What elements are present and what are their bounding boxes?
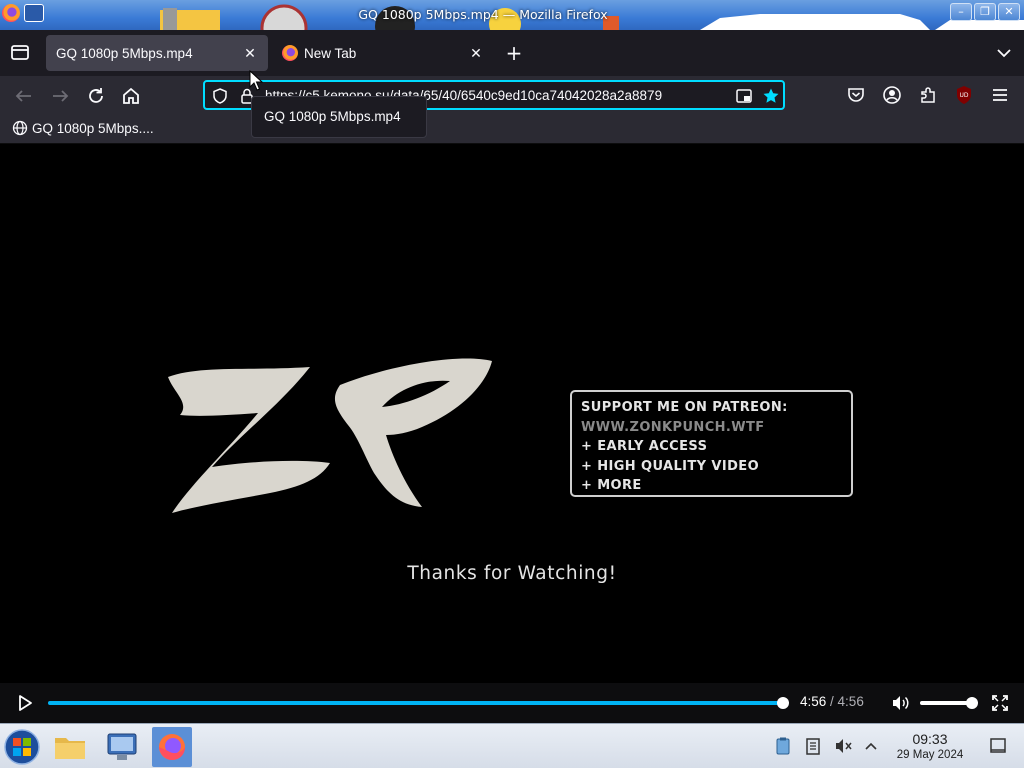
- current-time: 4:56: [800, 694, 827, 709]
- close-tab-icon[interactable]: ✕: [242, 45, 258, 61]
- list-all-tabs-icon[interactable]: [994, 43, 1014, 63]
- video-controls: 4:56 / 4:56: [0, 683, 1024, 723]
- clock-date[interactable]: 29 May 2024: [888, 749, 972, 761]
- globe-icon: [12, 120, 28, 136]
- tracking-protection-shield-icon[interactable]: [211, 87, 229, 105]
- firefox-view-icon[interactable]: [8, 40, 32, 64]
- mouse-cursor-icon: [249, 70, 263, 91]
- tab-new-tab[interactable]: New Tab ✕: [272, 35, 494, 71]
- close-tab-icon[interactable]: ✕: [468, 45, 484, 61]
- fullscreen-icon[interactable]: [991, 694, 1009, 712]
- system-settings-icon[interactable]: [102, 727, 142, 767]
- tab-label: New Tab: [304, 45, 357, 61]
- volume-muted-tray-icon[interactable]: [833, 736, 853, 756]
- tray-expand-chevron-icon[interactable]: [861, 736, 881, 756]
- file-manager-icon[interactable]: [50, 727, 90, 767]
- window-title: GQ 1080p 5Mbps.mp4 — Mozilla Firefox: [358, 7, 608, 22]
- close-window-button[interactable]: ✕: [998, 3, 1020, 21]
- picture-in-picture-icon[interactable]: [735, 87, 753, 105]
- taskbar-firefox[interactable]: [152, 727, 192, 767]
- time-separator: /: [826, 694, 838, 709]
- clipboard-tray-icon[interactable]: [773, 736, 793, 756]
- clock-time[interactable]: 09:33: [888, 731, 972, 747]
- hamburger-menu-icon[interactable]: [989, 84, 1011, 106]
- tab-strip: GQ 1080p 5Mbps.mp4 ✕ New Tab ✕ +: [0, 30, 1024, 76]
- scrubber-thumb[interactable]: [777, 697, 789, 709]
- minimize-button[interactable]: –: [950, 3, 972, 21]
- new-tab-button[interactable]: +: [503, 43, 525, 65]
- firefox-icon: [282, 45, 298, 61]
- bookmarks-toolbar: GQ 1080p 5Mbps....: [0, 114, 1024, 144]
- duration: 4:56: [837, 694, 864, 709]
- start-menu-icon[interactable]: [2, 727, 42, 767]
- volume-slider-track[interactable]: [920, 701, 972, 705]
- tab-tooltip: GQ 1080p 5Mbps.mp4: [251, 96, 427, 138]
- extensions-icon[interactable]: [917, 84, 939, 106]
- account-icon[interactable]: [881, 84, 903, 106]
- nav-toolbar: https://c5.kemono.su/data/65/40/6540c9ed…: [0, 76, 1024, 114]
- patreon-line: + EARLY ACCESS: [581, 439, 708, 454]
- volume-icon[interactable]: [890, 693, 910, 713]
- bookmark-star-icon[interactable]: [762, 87, 780, 105]
- tab-active[interactable]: GQ 1080p 5Mbps.mp4 ✕: [46, 35, 268, 71]
- reload-icon[interactable]: [83, 83, 109, 109]
- patreon-line: + MORE: [581, 478, 642, 493]
- window-titlebar[interactable]: GQ 1080p 5Mbps.mp4 — Mozilla Firefox – ❐…: [0, 0, 1024, 30]
- ublock-origin-icon[interactable]: UD: [953, 84, 975, 106]
- notes-tray-icon[interactable]: [803, 736, 823, 756]
- patreon-url: WWW.ZONKPUNCH.WTF: [581, 419, 765, 435]
- window-controls: – ❐ ✕: [950, 3, 1020, 21]
- zp-logo: [168, 358, 492, 513]
- show-desktop-icon[interactable]: [988, 736, 1008, 756]
- volume-slider-thumb[interactable]: [966, 697, 978, 709]
- bookmark-item[interactable]: GQ 1080p 5Mbps....: [12, 120, 154, 136]
- home-icon[interactable]: [118, 83, 144, 109]
- play-icon[interactable]: [16, 694, 34, 712]
- patreon-info-box: SUPPORT ME ON PATREON: WWW.ZONKPUNCH.WTF…: [570, 390, 853, 497]
- taskbar: 09:33 29 May 2024: [0, 723, 1024, 768]
- patreon-line: SUPPORT ME ON PATREON:: [581, 400, 788, 415]
- screen: GQ 1080p 5Mbps.mp4 — Mozilla Firefox – ❐…: [0, 0, 1024, 768]
- firefox-icon: [159, 734, 185, 760]
- scrubber-track[interactable]: [48, 701, 783, 705]
- svg-text:UD: UD: [959, 92, 968, 99]
- thanks-caption: Thanks for Watching!: [407, 563, 617, 584]
- forward-icon[interactable]: [47, 83, 73, 109]
- pocket-icon[interactable]: [845, 84, 867, 106]
- back-icon[interactable]: [11, 83, 37, 109]
- bookmark-label: GQ 1080p 5Mbps....: [32, 120, 154, 136]
- patreon-line: + HIGH QUALITY VIDEO: [581, 458, 760, 474]
- maximize-button[interactable]: ❐: [974, 3, 996, 21]
- tab-label: GQ 1080p 5Mbps.mp4: [56, 45, 193, 61]
- time-display: 4:56 / 4:56: [800, 694, 864, 709]
- video-player[interactable]: SUPPORT ME ON PATREON: WWW.ZONKPUNCH.WTF…: [0, 145, 1024, 683]
